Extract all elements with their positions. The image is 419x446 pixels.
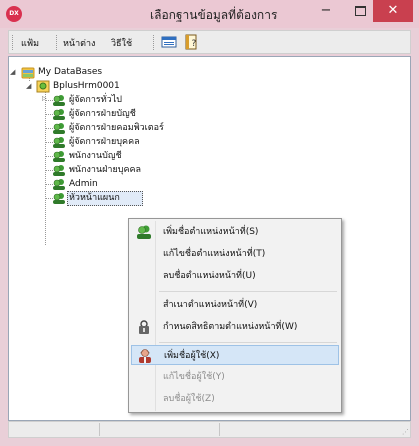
maximize-icon [354,5,366,16]
menu-add-user[interactable]: เพิ่มชื่อผู้ใช้(X) [131,345,339,365]
user-group-icon [53,109,65,120]
collapse-toggle[interactable]: ◢ [10,68,15,76]
menu-item-label: เพิ่มชื่อผู้ใช้(X) [164,351,220,361]
tree-position-label: พนักงานบัญชี [69,151,122,161]
collapse-toggle[interactable]: ◢ [26,82,31,90]
tree-database-label: BplusHrm0001 [53,81,120,91]
menu-separator [159,291,337,292]
toolbar-grip[interactable] [12,35,16,50]
menu-item-label: แก้ไขชื่อผู้ใช้(Y) [163,372,225,382]
menu-item-label: ลบชื่อผู้ใช้(Z) [163,394,215,404]
toolbar-grip[interactable] [56,35,60,50]
user-group-icon [137,225,151,239]
tree-position-label: ผู้จัดการฝ่ายบุคคล [69,137,140,147]
status-bar: ⋰ [8,421,411,438]
minimize-button[interactable]: − [309,0,343,22]
maximize-button[interactable] [343,0,377,22]
menu-toolbar: แฟ้ม หน้าต่าง วิธีใช้ ? [8,30,411,54]
tree-position-node-selected[interactable]: หัวหน้าแผนก [52,191,143,206]
menu-item-label: เพิ่มชื่อตำแหน่งหน้าที่(S) [163,227,259,237]
tree-position-label: หัวหน้าแผนก [69,193,120,203]
menu-howto[interactable]: วิธีใช้ [111,36,132,50]
menu-separator [159,342,337,343]
user-group-icon [53,179,65,190]
menu-item-label: ลบชื่อตำแหน่งหน้าที่(U) [163,271,256,281]
toolbar-grip[interactable] [153,35,157,50]
user-group-icon [53,151,65,162]
menu-delete-user[interactable]: ลบชื่อผู้ใช้(Z) [131,389,339,409]
svg-text:?: ? [192,39,197,49]
database-icon [36,80,50,93]
status-divider [99,423,100,436]
menu-add-position[interactable]: เพิ่มชื่อตำแหน่งหน้าที่(S) [131,222,339,242]
context-menu: เพิ่มชื่อตำแหน่งหน้าที่(S) แก้ไขชื่อตำแห… [128,218,342,413]
user-group-icon [53,165,65,176]
menu-item-label: กำหนดสิทธิตามตำแหน่งหน้าที่(W) [163,322,298,332]
menu-file[interactable]: แฟ้ม [21,36,39,50]
menu-set-rights[interactable]: กำหนดสิทธิตามตำแหน่งหน้าที่(W) [131,317,339,337]
user-group-icon [53,123,65,134]
menu-edit-user[interactable]: แก้ไขชื่อผู้ใช้(Y) [131,367,339,387]
menu-item-label: แก้ไขชื่อตำแหน่งหน้าที่(T) [163,249,266,259]
resize-grip-icon[interactable]: ⋰ [402,428,409,436]
add-user-icon [139,349,151,363]
rights-lock-icon [139,320,149,334]
tree-position-label: ผู้จัดการฝ่ายคอมพิวเตอร์ [69,123,164,133]
tree-position-label: ผู้จัดการทั่วไป [69,95,122,105]
menu-copy-position[interactable]: สำเนาตำแหน่งหน้าที่(V) [131,295,339,315]
main-window: DX เลือกฐานข้อมูลที่ต้องการ − ✕ แฟ้ม หน้… [0,0,419,446]
user-group-icon [53,137,65,148]
title-bar[interactable]: DX เลือกฐานข้อมูลที่ต้องการ − ✕ [0,0,419,28]
tree-root-label: My DataBases [38,67,103,77]
menu-item-label: สำเนาตำแหน่งหน้าที่(V) [163,300,258,310]
close-button[interactable]: ✕ [373,0,413,22]
help-book-icon[interactable]: ? [183,34,199,50]
menu-delete-position[interactable]: ลบชื่อตำแหน่งหน้าที่(U) [131,266,339,286]
expand-toggle[interactable]: ▷ [42,95,47,102]
tree-position-label: พนักงานฝ่ายบุคคล [69,165,142,175]
user-group-icon [53,193,65,204]
app-icon[interactable]: DX [6,6,22,22]
window-title: เลือกฐานข้อมูลที่ต้องการ [150,8,278,22]
tree-position-label: ผู้จัดการฝ่ายบัญชี [69,109,136,119]
status-divider [219,423,220,436]
databases-folder-icon [21,67,35,79]
menu-edit-position[interactable]: แก้ไขชื่อตำแหน่งหน้าที่(T) [131,244,339,264]
tree-position-label: Admin [69,179,98,189]
user-group-icon [53,95,65,106]
database-window-icon[interactable] [161,34,177,50]
menu-window[interactable]: หน้าต่าง [63,36,95,50]
